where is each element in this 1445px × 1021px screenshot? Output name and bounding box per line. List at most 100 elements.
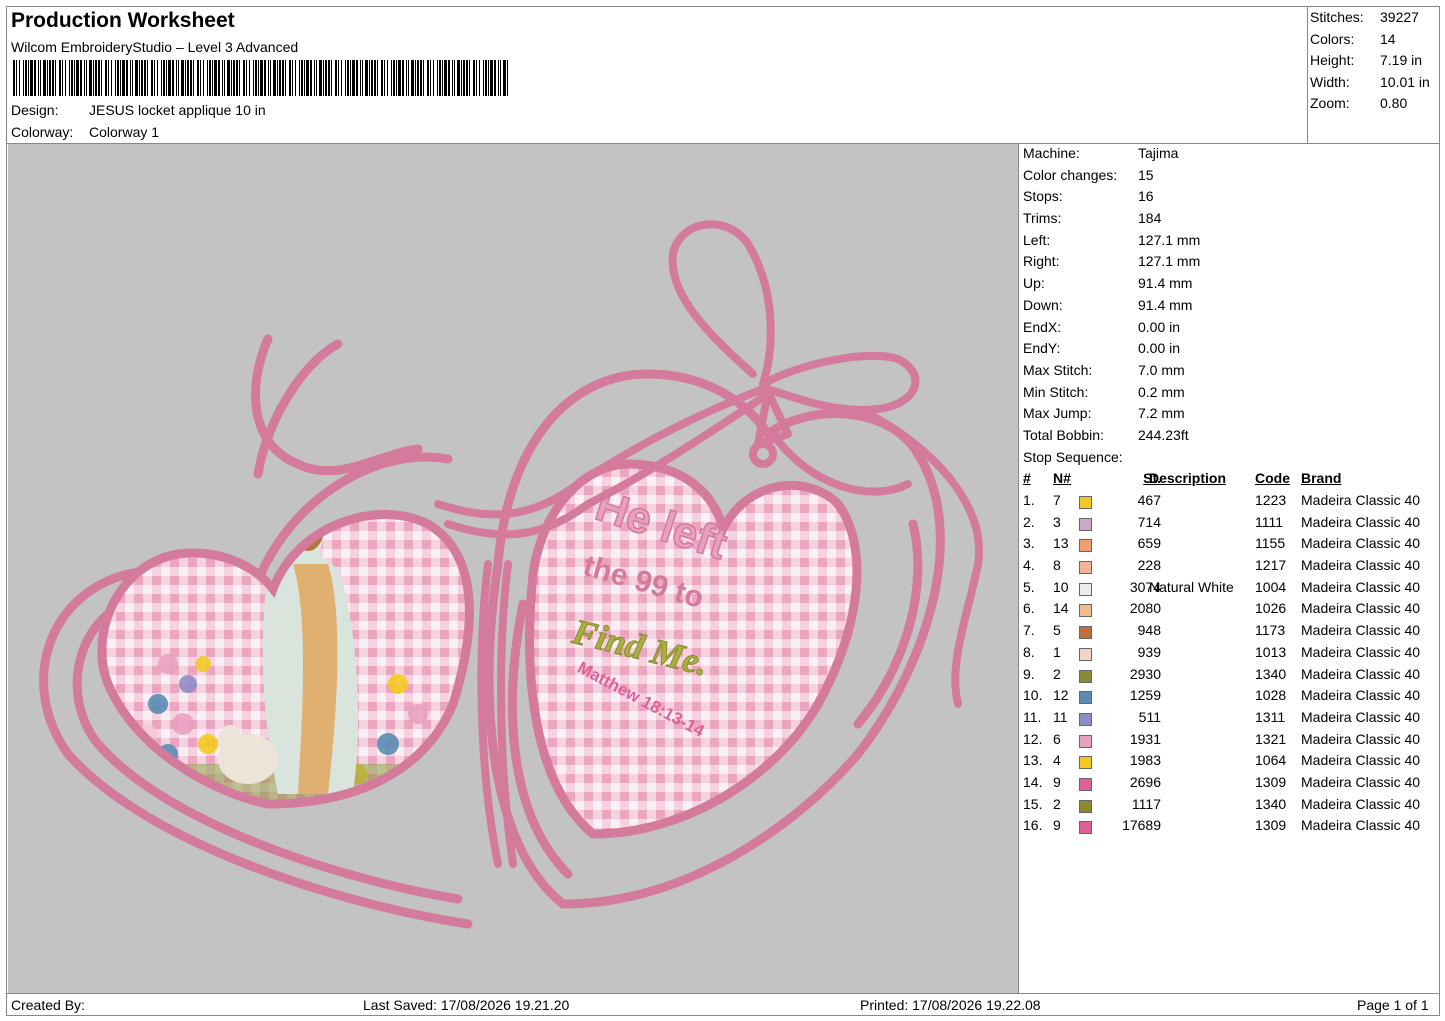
col-needle: N#	[1053, 470, 1071, 487]
needle-number: 2	[1053, 665, 1061, 682]
stat-value: 14	[1380, 30, 1396, 47]
detail-value: 15	[1138, 166, 1154, 183]
thread-code: 1155	[1255, 535, 1286, 552]
stitch-count: 939	[1137, 643, 1161, 660]
stop-number: 3.	[1023, 535, 1035, 552]
design-stats: Stitches: 39227 Colors: 14 Height: 7.19 in …	[1307, 7, 1440, 143]
stat-colors: Colors: 14	[1310, 31, 1440, 53]
detail-label: Max Stitch:	[1023, 361, 1093, 378]
embroidery-design: He left the 99 to Find Me. Matthew 18:13…	[39, 220, 984, 929]
thread-code: 1217	[1255, 557, 1287, 574]
stitch-count: 714	[1137, 513, 1161, 530]
design-name: JESUS locket applique 10 in	[89, 102, 266, 118]
thread-brand: Madeira Classic 40	[1301, 622, 1421, 639]
stitch-count: 659	[1137, 535, 1161, 552]
stitch-count: 467	[1137, 492, 1161, 508]
needle-number: 4	[1053, 752, 1061, 769]
col-code: Code	[1255, 470, 1290, 487]
needle-number: 2	[1053, 795, 1061, 812]
stat-width: Width: 10.01 in	[1310, 74, 1440, 96]
stat-value: 39227	[1380, 9, 1419, 25]
thread-code: 1173	[1255, 622, 1286, 639]
table-row: 12. 6 1931 1321 Madeira Classic 40	[1023, 731, 1439, 753]
color-swatch	[1079, 712, 1092, 726]
color-swatch	[1079, 691, 1092, 705]
thread-code: 1311	[1255, 708, 1286, 725]
stop-sequence-header: # N# St. Description Code Brand	[1023, 470, 1439, 492]
production-worksheet: Production Worksheet Wilcom EmbroiderySt…	[6, 6, 1440, 1016]
stop-number: 7.	[1023, 622, 1035, 639]
color-swatch	[1079, 799, 1092, 813]
stitch-count: 511	[1138, 708, 1161, 725]
needle-number: 11	[1053, 708, 1068, 725]
detail-value: 244.23ft	[1138, 426, 1189, 443]
thread-brand: Madeira Classic 40	[1301, 773, 1421, 790]
page-number: Page 1 of 1	[1357, 997, 1429, 1013]
detail-value: 184	[1138, 210, 1162, 227]
color-swatch	[1079, 496, 1092, 509]
barcode	[13, 60, 513, 96]
stitch-count: 17689	[1122, 817, 1161, 834]
detail-row: Max Stitch: 7.0 mm	[1023, 362, 1439, 384]
detail-label: Left:	[1023, 231, 1051, 248]
thread-code: 1309	[1255, 817, 1287, 834]
needle-number: 6	[1053, 730, 1061, 747]
detail-list: Machine: Tajima Color changes: 15 Stops: 16 Tr…	[1023, 145, 1439, 449]
stitch-count: 2930	[1129, 665, 1161, 682]
stop-number: 15.	[1023, 795, 1043, 812]
thread-code: 1111	[1255, 513, 1284, 530]
thread-brand: Madeira Classic 40	[1301, 665, 1421, 682]
color-swatch	[1079, 734, 1092, 748]
thread-brand: Madeira Classic 40	[1301, 578, 1421, 595]
needle-number: 3	[1053, 513, 1061, 530]
detail-row: Max Jump: 7.2 mm	[1023, 405, 1439, 427]
detail-row: Machine: Tajima	[1023, 145, 1439, 167]
design-label: Design:	[11, 102, 59, 118]
thread-brand: Madeira Classic 40	[1301, 817, 1421, 834]
stat-label: Zoom:	[1310, 95, 1350, 112]
stitch-count: 2080	[1129, 600, 1161, 617]
thread-code: 1321	[1255, 730, 1287, 747]
stat-zoom: Zoom: 0.80	[1310, 95, 1440, 117]
detail-row: Left: 127.1 mm	[1023, 232, 1439, 254]
worksheet-title: Production Worksheet	[11, 9, 235, 32]
table-row: 8. 1 939 1013 Madeira Classic 40	[1023, 644, 1439, 666]
left-heart-image	[101, 514, 470, 804]
stat-label: Height:	[1310, 52, 1355, 69]
detail-row: EndX: 0.00 in	[1023, 319, 1439, 341]
detail-label: Right:	[1023, 253, 1060, 270]
color-swatch	[1079, 539, 1092, 553]
stop-number: 4.	[1023, 557, 1035, 574]
detail-row: Total Bobbin: 244.23ft	[1023, 427, 1439, 449]
detail-value: 127.1 mm	[1138, 231, 1201, 248]
stitch-count: 2696	[1129, 773, 1161, 790]
stat-label: Colors:	[1310, 30, 1355, 47]
detail-value: 16	[1138, 188, 1154, 205]
detail-label: EndX:	[1023, 318, 1062, 335]
table-row: 1. 7 467 1223 Madeira Classic 40	[1023, 492, 1439, 514]
stop-number: 8.	[1023, 643, 1035, 660]
detail-value: 0.00 in	[1138, 340, 1181, 357]
detail-label: Total Bobbin:	[1023, 426, 1104, 443]
color-swatch	[1079, 561, 1092, 575]
thread-code: 1064	[1255, 752, 1287, 769]
colorway-label: Colorway:	[11, 124, 74, 140]
table-row: 16. 9 17689 1309 Madeira Classic 40	[1023, 817, 1439, 839]
color-swatch	[1079, 777, 1092, 791]
detail-label: Machine:	[1023, 145, 1080, 161]
stop-number: 9.	[1023, 665, 1035, 682]
stat-stitches: Stitches: 39227	[1310, 9, 1440, 31]
thread-code: 1028	[1255, 687, 1287, 704]
col-num: #	[1023, 470, 1031, 487]
stitch-count: 1259	[1129, 687, 1161, 704]
thread-brand: Madeira Classic 40	[1301, 643, 1421, 660]
stop-number: 1.	[1023, 492, 1035, 508]
detail-value: 91.4 mm	[1138, 275, 1193, 292]
color-swatch	[1079, 669, 1092, 683]
design-preview: He left the 99 to Find Me. Matthew 18:13…	[8, 144, 1019, 993]
thread-description: Natural White	[1149, 578, 1234, 595]
table-row: 5. 10 3074 Natural White 1004 Madeira Classic…	[1023, 579, 1439, 601]
thread-brand: Madeira Classic 40	[1301, 795, 1421, 812]
stop-sequence-table: 1. 7 467 1223 Madeira Classic 40 2. 3 714 1111 Ma…	[1023, 492, 1439, 839]
printed-date: Printed: 17/08/2026 19.22.08	[860, 997, 1041, 1013]
